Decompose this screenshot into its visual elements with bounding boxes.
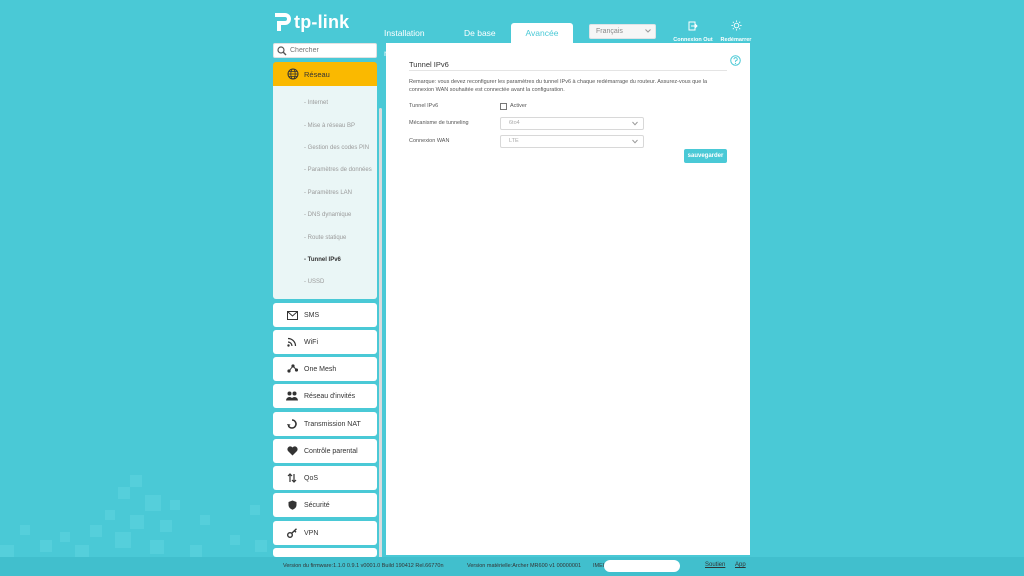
sidebar-item-parental[interactable]: Contrôle parental <box>273 439 377 463</box>
tab-quick-setup[interactable]: Installation rapide <box>384 23 448 58</box>
tab-advanced[interactable]: Avancée <box>511 23 573 43</box>
language-value: Français <box>596 28 623 35</box>
sidebar-item-label: QoS <box>304 474 319 482</box>
imei-redaction <box>604 560 680 572</box>
sidebar-item-onemesh[interactable]: One Mesh <box>273 357 377 381</box>
envelope-icon <box>286 309 298 321</box>
app-link[interactable]: App <box>735 562 746 568</box>
sidebar-item-label: Contrôle parental <box>304 447 358 455</box>
subnav-item-donnees[interactable]: - Paramètres de données <box>304 167 372 173</box>
nat-icon <box>286 418 298 430</box>
subnav-item-lan[interactable]: - Paramètres LAN <box>304 190 352 196</box>
globe-icon <box>287 68 299 80</box>
sidebar-item-wifi[interactable]: WiFi <box>273 330 377 354</box>
sidebar-item-vpn[interactable]: VPN <box>273 521 377 545</box>
sidebar-search[interactable] <box>273 43 377 58</box>
language-select[interactable]: Français <box>589 24 656 39</box>
qos-arrows-icon <box>286 472 298 484</box>
remark-text: Remarque: vous devez reconfigurer les pa… <box>409 79 708 93</box>
subnav-item-pin[interactable]: - Gestion des codes PIN <box>304 145 369 151</box>
vpn-key-icon <box>286 527 298 539</box>
support-link[interactable]: Soutien <box>705 562 725 568</box>
logout-icon <box>688 21 698 31</box>
tunnel-ipv6-label: Tunnel IPv6 <box>409 103 439 109</box>
sidebar-item-label: Réseau d'invités <box>304 392 356 400</box>
tab-basic[interactable]: De base <box>464 23 504 43</box>
shield-icon <box>286 499 298 511</box>
search-icon <box>277 46 287 56</box>
tp-link-logo[interactable]: tp-link <box>272 11 349 33</box>
enable-label: Activer <box>510 103 527 109</box>
wan-connection-select[interactable]: LTE <box>500 135 644 148</box>
sidebar-item-label: WiFi <box>304 338 318 346</box>
reboot-button[interactable]: Redémarrer <box>713 18 759 43</box>
subnav-item-ussd[interactable]: - USSD <box>304 279 324 285</box>
search-input[interactable] <box>290 45 374 56</box>
sidebar-item-sms[interactable]: SMS <box>273 303 377 327</box>
sidebar-item-label: One Mesh <box>304 365 337 373</box>
chevron-down-icon <box>632 121 638 126</box>
tp-link-logo-icon <box>275 13 291 31</box>
help-icon[interactable] <box>730 55 741 66</box>
sidebar-scrollbar[interactable] <box>379 108 382 576</box>
title-divider <box>409 70 727 71</box>
footer: Version du firmware:1.1.0 0.9.1 v0001.0 … <box>0 557 1024 576</box>
sidebar-item-more[interactable] <box>273 548 377 557</box>
sidebar-item-securite[interactable]: Sécurité <box>273 493 377 517</box>
sidebar-item-label: SMS <box>304 311 320 319</box>
subnav-item-route[interactable]: - Route statique <box>304 235 346 241</box>
chevron-down-icon <box>645 29 651 33</box>
tunneling-mechanism-select[interactable]: 6to4 <box>500 117 644 130</box>
sidebar-item-nat[interactable]: Transmission NAT <box>273 412 377 436</box>
subnav-item-mise-a-reseau[interactable]: - Mise à réseau BP <box>304 123 355 129</box>
page-title: Tunnel IPv6 <box>409 60 449 69</box>
tunneling-mechanism-label: Mécanisme de tunneling <box>409 120 469 126</box>
sidebar-item-label: VPN <box>304 529 319 537</box>
sidebar-item-label: Réseau <box>304 69 330 79</box>
wan-connection-value: LTE <box>509 138 519 144</box>
subnav-item-ddns[interactable]: - DNS dynamique <box>304 212 351 218</box>
brand-name: tp-link <box>294 11 350 32</box>
subnav-item-tunnel-ipv6[interactable]: - Tunnel IPv6 <box>304 257 341 263</box>
mesh-icon <box>286 363 298 375</box>
hardware-version: Version matérielle:Archer MR600 v1 00000… <box>467 563 582 569</box>
reboot-sun-icon <box>730 20 742 31</box>
sidebar-item-label: Sécurité <box>304 501 330 509</box>
chevron-down-icon <box>632 139 638 144</box>
firmware-version: Version du firmware:1.1.0 0.9.1 v0001.0 … <box>283 563 444 569</box>
enable-checkbox[interactable] <box>500 103 507 110</box>
heart-icon <box>286 445 298 457</box>
wifi-icon <box>286 336 298 348</box>
wan-connection-label: Connexion WAN <box>409 138 450 144</box>
tunneling-mechanism-value: 6to4 <box>509 120 520 126</box>
logout-button[interactable]: Connexion Out <box>670 18 716 43</box>
save-button[interactable]: sauvegarder <box>684 149 727 163</box>
sidebar-item-label: Transmission NAT <box>304 420 361 428</box>
sidebar-item-guest[interactable]: Réseau d'invités <box>273 384 377 408</box>
guest-users-icon <box>286 390 298 402</box>
sidebar-item-reseau[interactable]: Réseau <box>273 62 377 86</box>
main-panel: Tunnel IPv6 Remarque: vous devez reconfi… <box>386 43 750 555</box>
subnav-item-internet[interactable]: - Internet <box>304 100 328 106</box>
subnav-reseau: - Internet - Mise à réseau BP - Gestion … <box>273 86 377 299</box>
sidebar-item-qos[interactable]: QoS <box>273 466 377 490</box>
